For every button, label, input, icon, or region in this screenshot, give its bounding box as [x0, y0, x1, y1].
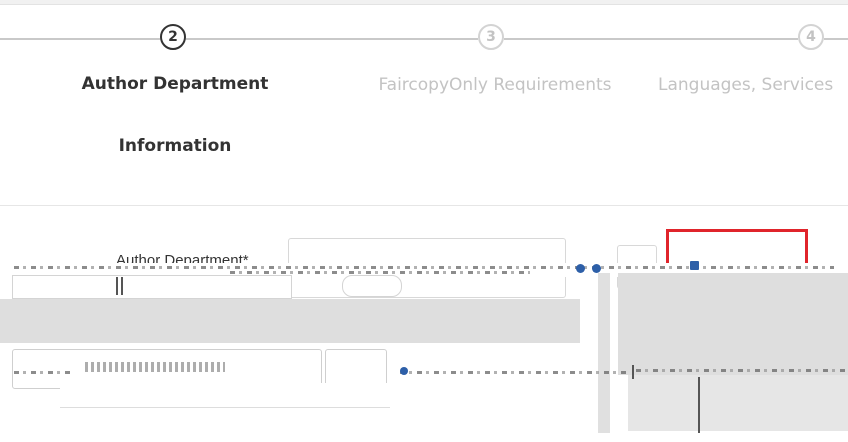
status-dot-icon	[592, 264, 601, 273]
step-4-label[interactable]: Languages, Services	[658, 75, 848, 95]
render-artifact-noise	[400, 371, 630, 374]
status-dot-icon	[576, 264, 585, 273]
step-2-label-line2: Information	[118, 136, 232, 156]
step-3-number: 3	[486, 29, 496, 45]
step-2-label-line1: Author Department	[81, 74, 269, 94]
stepper-line	[0, 38, 160, 40]
step-2-number: 2	[168, 29, 178, 45]
step-3-indicator[interactable]: 3	[478, 24, 504, 50]
render-artifact-block	[12, 275, 292, 299]
render-artifact-bar	[698, 377, 700, 433]
status-dot-icon	[400, 367, 408, 375]
render-artifact-bar	[116, 277, 118, 295]
render-artifact-grey	[618, 273, 848, 375]
stepper-line	[824, 38, 848, 40]
render-artifact-noise	[14, 266, 834, 269]
status-dot-icon	[690, 261, 699, 270]
stepper-line	[504, 38, 798, 40]
render-artifact-block	[342, 275, 402, 297]
render-artifact-bar	[121, 277, 123, 295]
step-4-number: 4	[806, 29, 816, 45]
step-3-label[interactable]: FaircopyOnly Requirements	[355, 75, 635, 95]
section-divider	[0, 205, 848, 206]
render-artifact-bar	[632, 365, 634, 379]
step-2-label[interactable]: Author Department Information	[40, 53, 310, 177]
render-artifact-grey	[628, 375, 848, 431]
render-artifact-noise	[14, 371, 74, 374]
render-artifact-grey	[0, 299, 580, 343]
wizard-panel: 2 Author Department Information 3 Fairco…	[0, 4, 848, 442]
render-artifact-noise	[230, 271, 530, 274]
step-2-indicator[interactable]: 2	[160, 24, 186, 50]
step-4-indicator[interactable]: 4	[798, 24, 824, 50]
render-artifact-bar	[60, 383, 390, 408]
render-artifact-bar	[598, 273, 610, 433]
render-artifact-noise	[636, 369, 846, 372]
stepper-line	[186, 38, 478, 40]
